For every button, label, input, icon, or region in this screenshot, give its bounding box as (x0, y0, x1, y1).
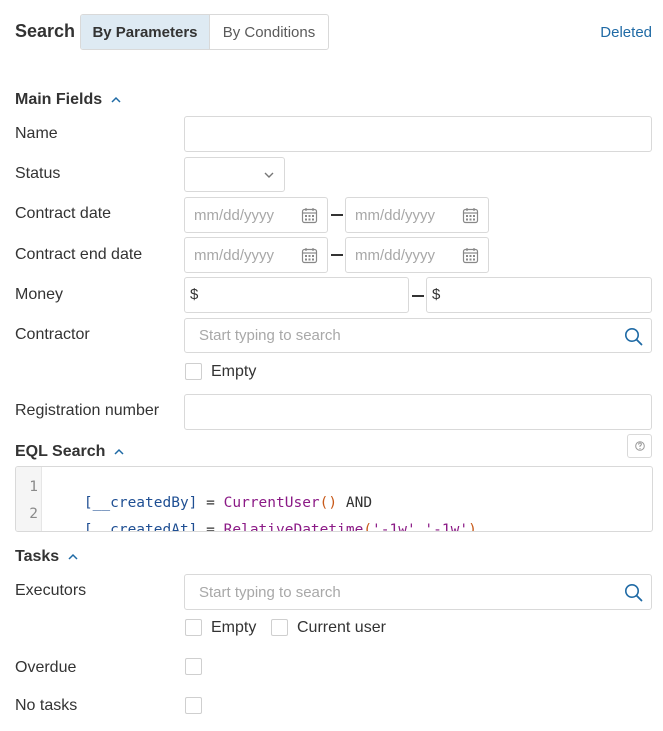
contract-date-label: Contract date (15, 205, 112, 222)
contractor-empty-label: Empty (211, 363, 257, 380)
executors-search-input[interactable]: Start typing to search (184, 574, 652, 610)
eql-paren: ( (363, 522, 373, 532)
range-dash (412, 295, 424, 297)
deleted-link[interactable]: Deleted (600, 24, 652, 41)
main-fields-title: Main Fields (15, 91, 103, 108)
date-placeholder: mm/dd/yyyy (194, 206, 275, 224)
no-tasks-label: No tasks (15, 697, 78, 714)
executors-empty-checkbox[interactable] (185, 619, 202, 636)
main-fields-header[interactable]: Main Fields (15, 91, 122, 109)
calendar-icon[interactable] (462, 207, 479, 224)
eql-operator: = (197, 522, 224, 532)
chevron-up-icon (114, 448, 124, 455)
currency-symbol: $ (432, 286, 441, 303)
eql-field: [__createdAt] (83, 522, 198, 532)
executors-empty-label: Empty (211, 619, 257, 636)
registration-number-label: Registration number (15, 402, 160, 419)
line-number: 1 (29, 479, 38, 495)
date-placeholder: mm/dd/yyyy (194, 246, 275, 264)
money-from-input[interactable]: $ (184, 277, 409, 313)
help-button[interactable] (627, 434, 652, 458)
current-user-label: Current user (297, 619, 386, 636)
overdue-label: Overdue (15, 659, 77, 676)
eql-function: RelativeDatetime (223, 522, 364, 532)
contractor-label: Contractor (15, 326, 90, 343)
calendar-icon[interactable] (462, 247, 479, 264)
current-user-checkbox[interactable] (271, 619, 288, 636)
chevron-up-icon (68, 553, 78, 560)
contract-end-date-to[interactable]: mm/dd/yyyy (345, 237, 489, 273)
tab-by-conditions[interactable]: By Conditions (210, 15, 328, 49)
status-label: Status (15, 165, 61, 182)
search-mode-tabs: By Parameters By Conditions (80, 14, 329, 50)
contractor-empty-checkbox[interactable] (185, 363, 202, 380)
contract-end-date-from[interactable]: mm/dd/yyyy (184, 237, 328, 273)
tasks-header[interactable]: Tasks (15, 548, 79, 566)
date-placeholder: mm/dd/yyyy (355, 206, 436, 224)
status-select[interactable] (184, 157, 285, 192)
search-icon[interactable] (624, 327, 643, 346)
contract-end-date-label: Contract end date (15, 246, 143, 263)
money-label: Money (15, 286, 64, 303)
calendar-icon[interactable] (301, 247, 318, 264)
contract-date-from[interactable]: mm/dd/yyyy (184, 197, 328, 233)
name-input[interactable] (184, 116, 652, 152)
range-dash (331, 254, 343, 256)
registration-number-input[interactable] (184, 394, 652, 430)
tab-by-parameters[interactable]: By Parameters (81, 15, 210, 49)
eql-code-editor[interactable]: 1 2 [__createdBy] = CurrentUser() AND [_… (15, 466, 653, 532)
chevron-up-icon (111, 96, 121, 103)
date-placeholder: mm/dd/yyyy (355, 246, 436, 264)
search-icon[interactable] (624, 583, 643, 602)
calendar-icon[interactable] (301, 207, 318, 224)
contractor-search-input[interactable]: Start typing to search (184, 318, 652, 353)
no-tasks-checkbox[interactable] (185, 697, 202, 714)
line-number: 2 (29, 506, 38, 522)
executors-label: Executors (15, 582, 87, 599)
tasks-title: Tasks (15, 548, 60, 565)
overdue-checkbox[interactable] (185, 658, 202, 675)
question-icon (634, 441, 645, 451)
code-line-2: [__createdAt] = RelativeDatetime('-1w','… (49, 506, 477, 532)
eql-search-title: EQL Search (15, 443, 106, 460)
contractor-placeholder: Start typing to search (199, 327, 341, 344)
eql-search-header[interactable]: EQL Search (15, 443, 125, 461)
eql-paren: ) (468, 522, 477, 532)
range-dash (331, 214, 343, 216)
money-to-input[interactable]: $ (426, 277, 652, 313)
name-label: Name (15, 125, 58, 142)
currency-symbol: $ (190, 286, 199, 303)
executors-placeholder: Start typing to search (199, 584, 341, 601)
contract-date-to[interactable]: mm/dd/yyyy (345, 197, 489, 233)
search-title: Search (15, 21, 76, 41)
chevron-down-icon (264, 172, 274, 178)
eql-args: '-1w','-1w' (372, 522, 469, 532)
